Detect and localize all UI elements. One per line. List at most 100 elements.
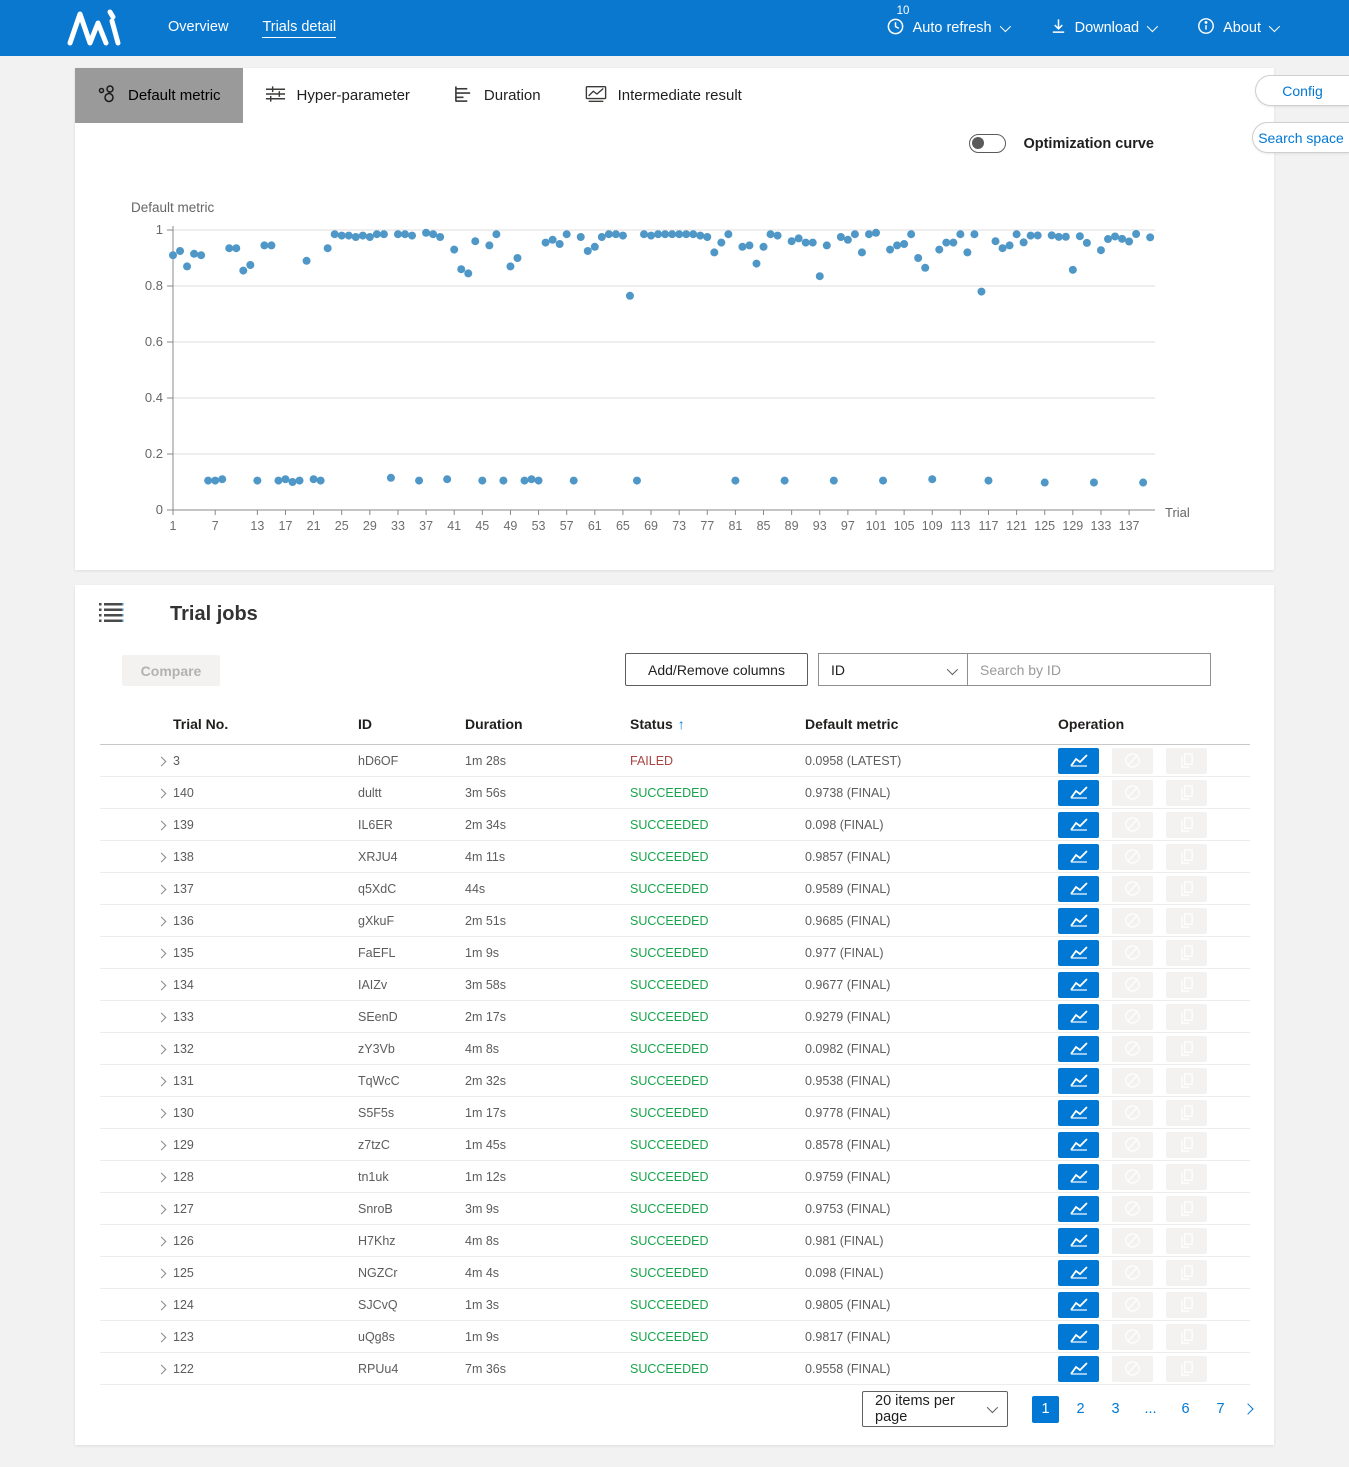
kill-trial-button[interactable] bbox=[1112, 812, 1153, 838]
expand-row-chevron-icon[interactable] bbox=[157, 756, 167, 766]
expand-row-chevron-icon[interactable] bbox=[157, 1044, 167, 1054]
page-button-6[interactable]: 6 bbox=[1172, 1396, 1199, 1423]
intermediate-result-button[interactable] bbox=[1058, 1068, 1099, 1094]
copy-parameter-button[interactable] bbox=[1166, 1132, 1207, 1158]
copy-parameter-button[interactable] bbox=[1166, 940, 1207, 966]
page-button-3[interactable]: 3 bbox=[1102, 1396, 1129, 1423]
kill-trial-button[interactable] bbox=[1112, 1356, 1153, 1382]
intermediate-result-button[interactable] bbox=[1058, 1228, 1099, 1254]
search-input[interactable] bbox=[967, 653, 1211, 686]
expand-row-chevron-icon[interactable] bbox=[157, 1012, 167, 1022]
copy-parameter-button[interactable] bbox=[1166, 1228, 1207, 1254]
kill-trial-button[interactable] bbox=[1112, 1260, 1153, 1286]
expand-row-chevron-icon[interactable] bbox=[157, 1268, 167, 1278]
copy-parameter-button[interactable] bbox=[1166, 812, 1207, 838]
kill-trial-button[interactable] bbox=[1112, 972, 1153, 998]
download-menu[interactable]: Download bbox=[1050, 17, 1156, 39]
tab-duration[interactable]: Duration bbox=[432, 68, 563, 123]
kill-trial-button[interactable] bbox=[1112, 844, 1153, 870]
kill-trial-button[interactable] bbox=[1112, 1068, 1153, 1094]
search-field-dropdown[interactable]: ID bbox=[818, 653, 968, 686]
kill-trial-button[interactable] bbox=[1112, 1324, 1153, 1350]
copy-parameter-button[interactable] bbox=[1166, 1068, 1207, 1094]
tab-hyper-parameter[interactable]: Hyper-parameter bbox=[243, 68, 432, 123]
kill-trial-button[interactable] bbox=[1112, 1100, 1153, 1126]
copy-parameter-button[interactable] bbox=[1166, 748, 1207, 774]
auto-refresh-menu[interactable]: 10 Auto refresh bbox=[886, 17, 1008, 40]
add-remove-columns-button[interactable]: Add/Remove columns bbox=[625, 653, 808, 686]
expand-row-chevron-icon[interactable] bbox=[157, 1140, 167, 1150]
copy-parameter-button[interactable] bbox=[1166, 876, 1207, 902]
intermediate-result-button[interactable] bbox=[1058, 812, 1099, 838]
kill-trial-button[interactable] bbox=[1112, 1196, 1153, 1222]
column-header-default-metric[interactable]: Default metric bbox=[805, 716, 1058, 732]
kill-trial-button[interactable] bbox=[1112, 876, 1153, 902]
kill-trial-button[interactable] bbox=[1112, 908, 1153, 934]
intermediate-result-button[interactable] bbox=[1058, 1356, 1099, 1382]
expand-row-chevron-icon[interactable] bbox=[157, 1332, 167, 1342]
page-button-7[interactable]: 7 bbox=[1207, 1396, 1234, 1423]
intermediate-result-button[interactable] bbox=[1058, 748, 1099, 774]
intermediate-result-button[interactable] bbox=[1058, 972, 1099, 998]
copy-parameter-button[interactable] bbox=[1166, 1100, 1207, 1126]
kill-trial-button[interactable] bbox=[1112, 1164, 1153, 1190]
intermediate-result-button[interactable] bbox=[1058, 940, 1099, 966]
column-header-operation[interactable]: Operation bbox=[1058, 716, 1225, 732]
copy-parameter-button[interactable] bbox=[1166, 1324, 1207, 1350]
items-per-page-dropdown[interactable]: 20 items per page bbox=[862, 1391, 1008, 1427]
intermediate-result-button[interactable] bbox=[1058, 780, 1099, 806]
column-header-duration[interactable]: Duration bbox=[465, 716, 630, 732]
column-header-trial-no-[interactable]: Trial No. bbox=[173, 716, 358, 732]
kill-trial-button[interactable] bbox=[1112, 1292, 1153, 1318]
nav-overview[interactable]: Overview bbox=[168, 19, 228, 37]
tab-intermediate-result[interactable]: Intermediate result bbox=[563, 68, 764, 123]
expand-row-chevron-icon[interactable] bbox=[157, 1236, 167, 1246]
expand-row-chevron-icon[interactable] bbox=[157, 852, 167, 862]
search-space-button[interactable]: Search space bbox=[1252, 122, 1349, 153]
expand-row-chevron-icon[interactable] bbox=[157, 916, 167, 926]
copy-parameter-button[interactable] bbox=[1166, 1004, 1207, 1030]
expand-row-chevron-icon[interactable] bbox=[157, 884, 167, 894]
compare-button[interactable]: Compare bbox=[122, 655, 220, 686]
copy-parameter-button[interactable] bbox=[1166, 1036, 1207, 1062]
intermediate-result-button[interactable] bbox=[1058, 908, 1099, 934]
page-button-1[interactable]: 1 bbox=[1032, 1396, 1059, 1423]
kill-trial-button[interactable] bbox=[1112, 1036, 1153, 1062]
tab-default-metric[interactable]: Default metric bbox=[75, 68, 243, 123]
expand-row-chevron-icon[interactable] bbox=[157, 820, 167, 830]
nav-trials-detail[interactable]: Trials detail bbox=[262, 19, 336, 38]
kill-trial-button[interactable] bbox=[1112, 1004, 1153, 1030]
intermediate-result-button[interactable] bbox=[1058, 1132, 1099, 1158]
config-button[interactable]: Config bbox=[1255, 75, 1349, 106]
expand-row-chevron-icon[interactable] bbox=[157, 1172, 167, 1182]
expand-row-chevron-icon[interactable] bbox=[157, 1204, 167, 1214]
expand-row-chevron-icon[interactable] bbox=[157, 1364, 167, 1374]
intermediate-result-button[interactable] bbox=[1058, 1292, 1099, 1318]
copy-parameter-button[interactable] bbox=[1166, 1292, 1207, 1318]
copy-parameter-button[interactable] bbox=[1166, 1356, 1207, 1382]
expand-row-chevron-icon[interactable] bbox=[157, 948, 167, 958]
page-button-2[interactable]: 2 bbox=[1067, 1396, 1094, 1423]
kill-trial-button[interactable] bbox=[1112, 780, 1153, 806]
kill-trial-button[interactable] bbox=[1112, 748, 1153, 774]
intermediate-result-button[interactable] bbox=[1058, 1324, 1099, 1350]
kill-trial-button[interactable] bbox=[1112, 1228, 1153, 1254]
kill-trial-button[interactable] bbox=[1112, 1132, 1153, 1158]
expand-row-chevron-icon[interactable] bbox=[157, 788, 167, 798]
kill-trial-button[interactable] bbox=[1112, 940, 1153, 966]
intermediate-result-button[interactable] bbox=[1058, 876, 1099, 902]
column-header-status[interactable]: Status↑ bbox=[630, 716, 805, 732]
about-menu[interactable]: About bbox=[1197, 17, 1277, 39]
copy-parameter-button[interactable] bbox=[1166, 1196, 1207, 1222]
column-header-id[interactable]: ID bbox=[358, 716, 465, 732]
copy-parameter-button[interactable] bbox=[1166, 972, 1207, 998]
copy-parameter-button[interactable] bbox=[1166, 1164, 1207, 1190]
intermediate-result-button[interactable] bbox=[1058, 1196, 1099, 1222]
expand-row-chevron-icon[interactable] bbox=[157, 1300, 167, 1310]
copy-parameter-button[interactable] bbox=[1166, 780, 1207, 806]
intermediate-result-button[interactable] bbox=[1058, 1036, 1099, 1062]
expand-row-chevron-icon[interactable] bbox=[157, 1108, 167, 1118]
scatter-plot[interactable]: 00.20.40.60.8117131721252933374145495357… bbox=[75, 188, 1274, 568]
intermediate-result-button[interactable] bbox=[1058, 844, 1099, 870]
intermediate-result-button[interactable] bbox=[1058, 1004, 1099, 1030]
